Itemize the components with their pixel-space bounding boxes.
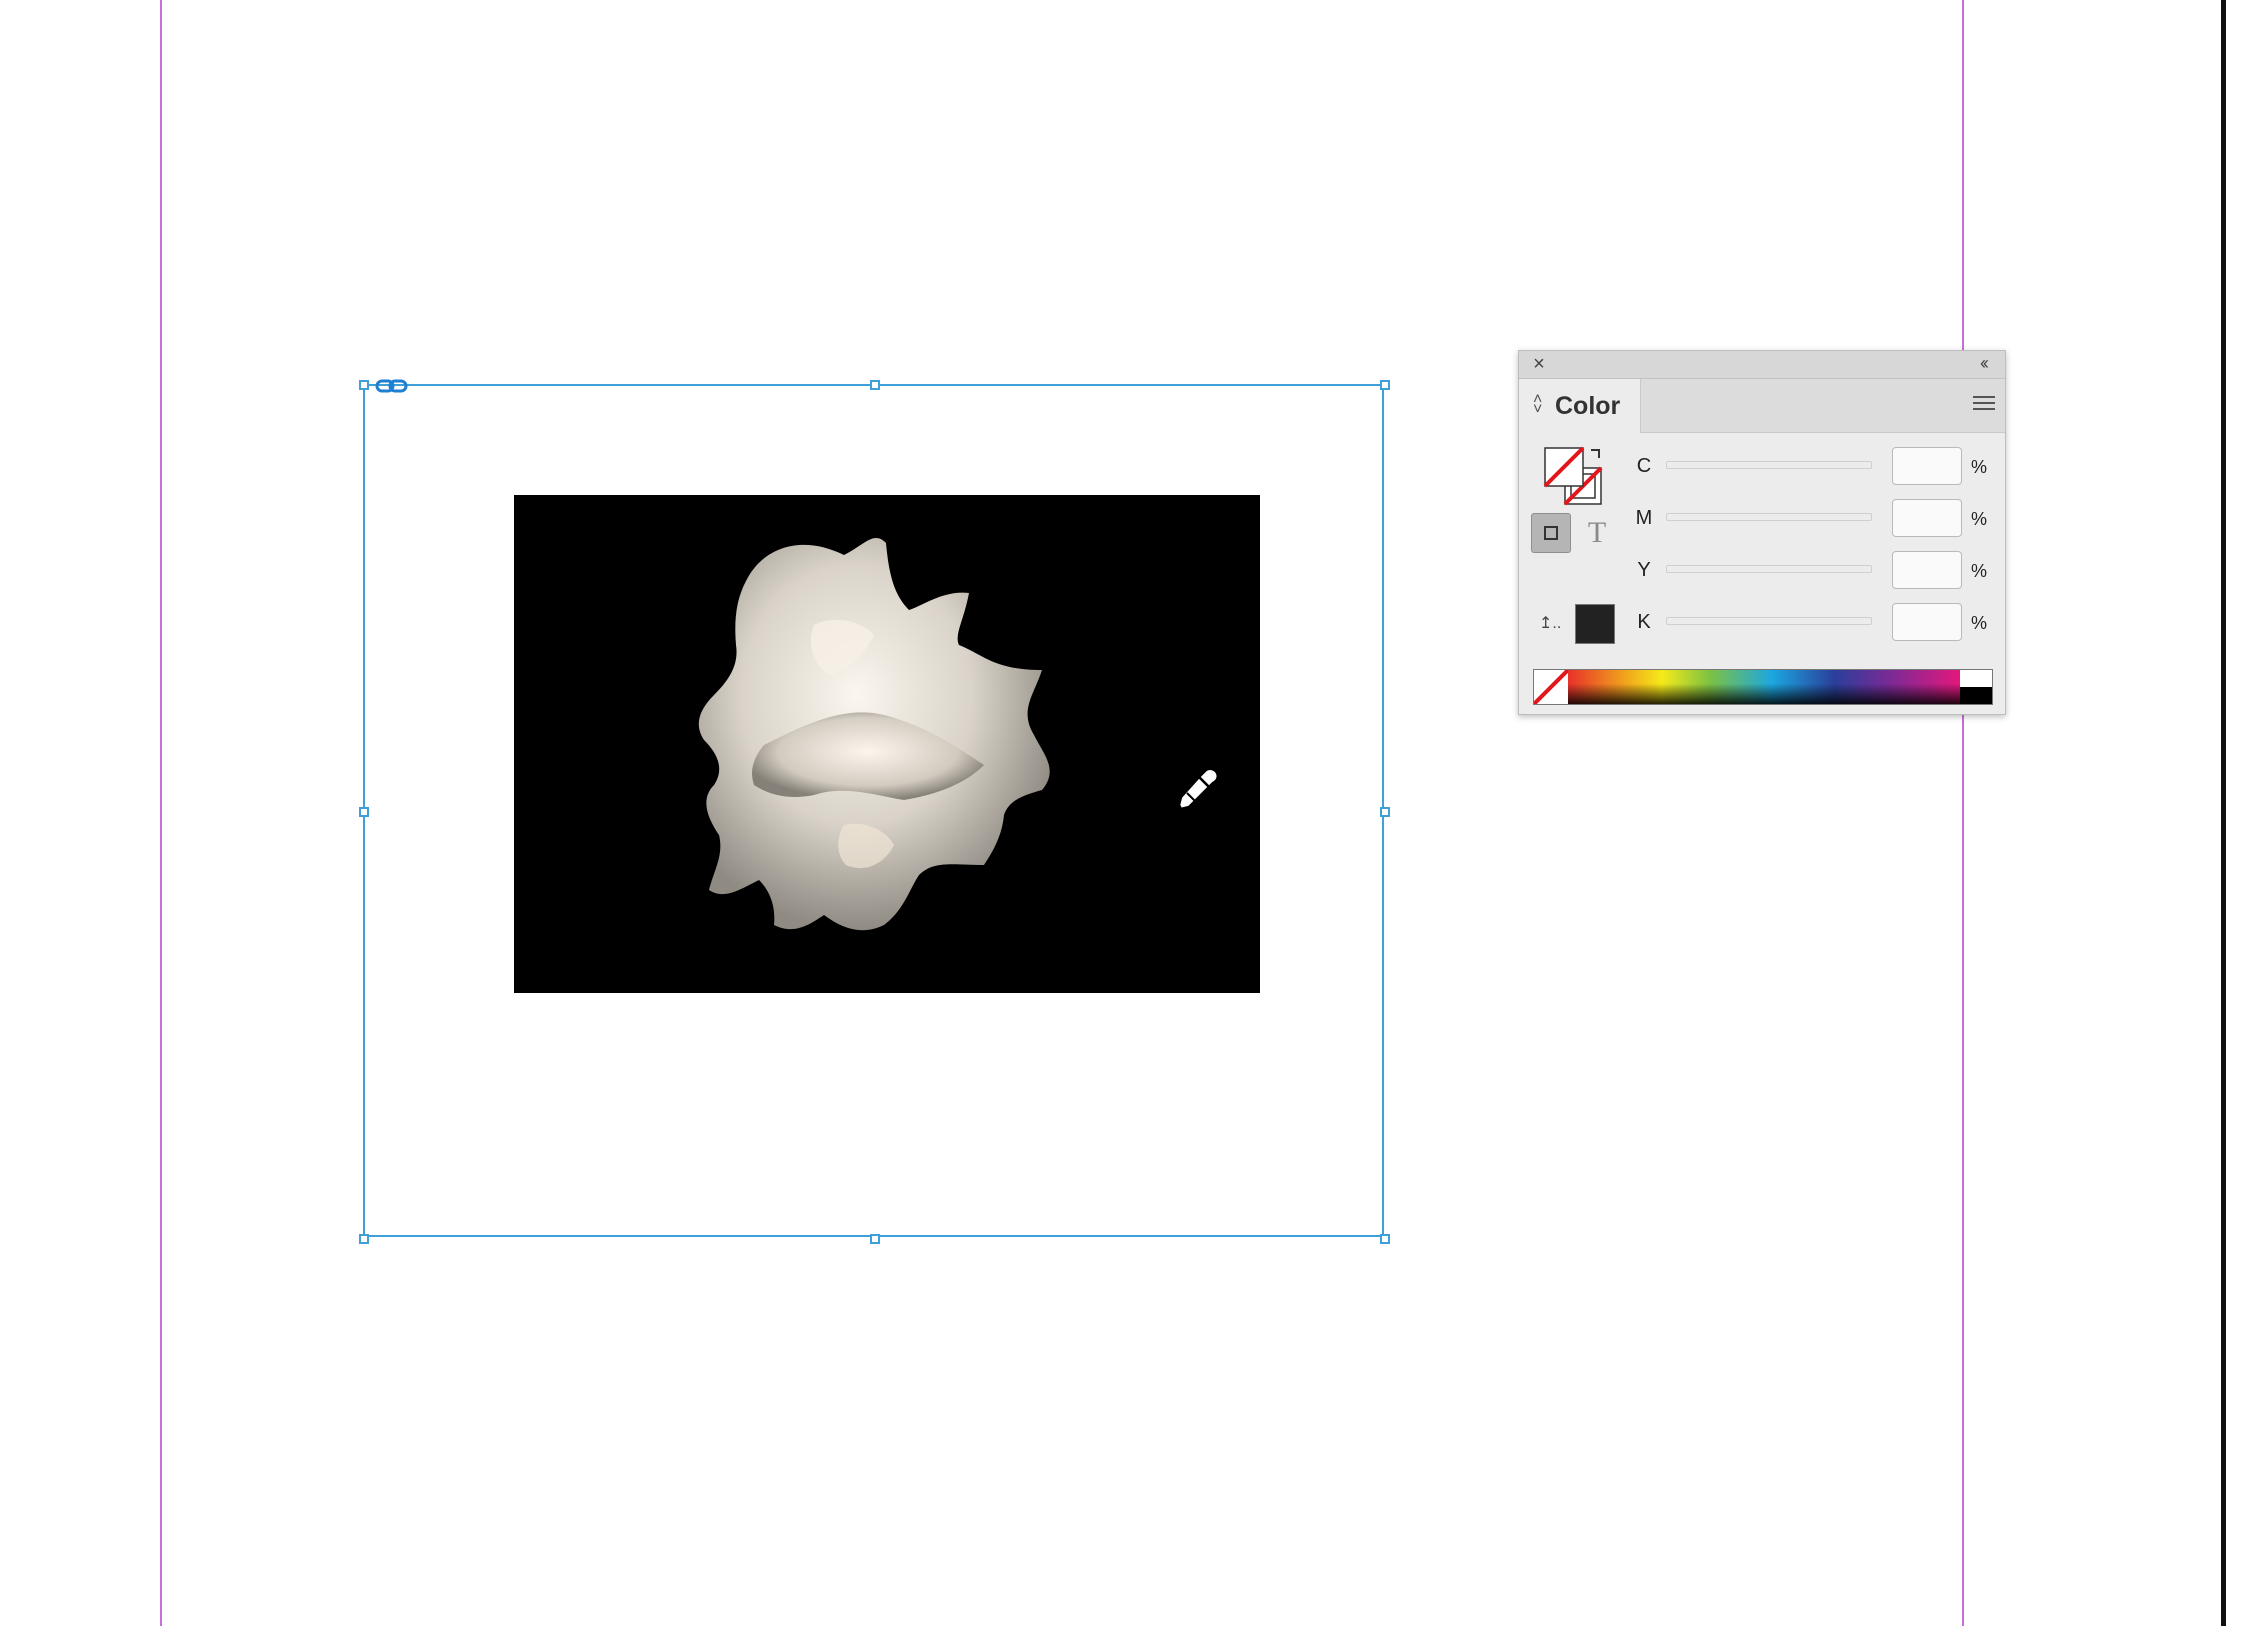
channel-label: M (1635, 507, 1653, 529)
color-panel: × ‹‹ ˄ ˅ Color T ↥.. C % M % Y % K % (1518, 350, 2006, 715)
channel-unit: % (1971, 613, 1988, 633)
chevron-updown-icon: ˄ ˅ (1533, 391, 1543, 418)
frame-handle-middle-right[interactable] (1380, 807, 1390, 817)
placed-image[interactable] (514, 495, 1260, 993)
channel-label: C (1636, 455, 1652, 477)
tab-color[interactable]: ˄ ˅ Color (1519, 379, 1641, 433)
black-swatch[interactable] (1960, 687, 1992, 704)
frame-handle-top-center[interactable] (870, 380, 880, 390)
frame-handle-middle-left[interactable] (359, 807, 369, 817)
channel-row-y: Y % (1519, 551, 2005, 591)
color-ramp[interactable] (1533, 669, 1993, 705)
channel-input[interactable] (1892, 551, 1962, 589)
channel-input[interactable] (1892, 499, 1962, 537)
frame-handle-top-right[interactable] (1380, 380, 1390, 390)
frame-handle-bottom-left[interactable] (359, 1234, 369, 1244)
channel-row-m: M % (1519, 499, 2005, 539)
link-icon[interactable] (375, 378, 409, 394)
channel-row-k: K % (1519, 603, 2005, 643)
channel-input[interactable] (1892, 447, 1962, 485)
eyedropper-icon (1177, 767, 1220, 811)
channel-unit: % (1971, 457, 1988, 477)
page-edge (2221, 0, 2226, 1626)
channel-row-c: C % (1519, 447, 2005, 487)
frame-handle-top-left[interactable] (359, 380, 369, 390)
channel-slider[interactable] (1666, 617, 1872, 625)
spectrum-ramp[interactable] (1568, 670, 1960, 704)
none-swatch[interactable] (1534, 670, 1568, 704)
channel-unit: % (1971, 561, 1988, 581)
sculpture-photo (698, 537, 1050, 931)
frame-handle-bottom-right[interactable] (1380, 1234, 1390, 1244)
channel-slider[interactable] (1666, 513, 1872, 521)
frame-handle-bottom-center[interactable] (870, 1234, 880, 1244)
tab-color-label: Color (1555, 392, 1621, 420)
left-margin-guide (160, 0, 162, 1626)
channel-label: Y (1637, 559, 1651, 581)
channel-input[interactable] (1892, 603, 1962, 641)
panel-titlebar[interactable]: × ‹‹ (1519, 351, 2005, 379)
channel-slider[interactable] (1666, 565, 1872, 573)
channel-label: K (1637, 611, 1651, 633)
panel-menu-icon[interactable] (1973, 396, 1995, 414)
collapse-icon[interactable]: ‹‹ (1971, 353, 1995, 373)
channel-slider[interactable] (1666, 461, 1872, 469)
white-swatch[interactable] (1960, 670, 1992, 687)
close-icon[interactable]: × (1529, 354, 1549, 374)
right-margin-guide (1962, 0, 1964, 1626)
panel-tabbar: ˄ ˅ Color (1519, 379, 2005, 433)
channel-unit: % (1971, 509, 1988, 529)
